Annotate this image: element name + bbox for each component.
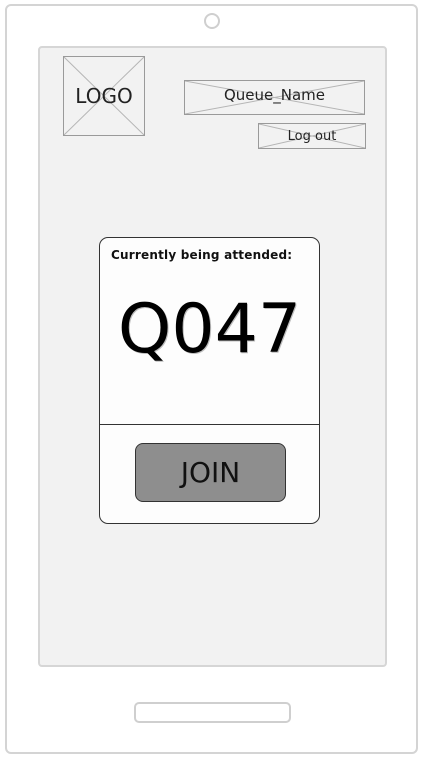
logout-button[interactable]: Log out xyxy=(258,123,366,149)
ticket-number: Q047 xyxy=(117,290,302,369)
join-button[interactable]: JOIN xyxy=(135,443,286,502)
logout-label: Log out xyxy=(287,128,337,144)
card-divider xyxy=(100,424,319,425)
queue-status-card: Currently being attended: Q047 JOIN xyxy=(99,237,320,524)
queue-name-text: Queue_Name xyxy=(223,85,326,104)
home-button[interactable] xyxy=(134,702,291,723)
camera-icon xyxy=(204,13,220,29)
status-heading: Currently being attended: xyxy=(111,248,293,262)
logo: LOGO xyxy=(63,56,145,136)
queue-name-label: Queue_Name xyxy=(184,80,365,115)
logo-label: LOGO xyxy=(75,84,133,108)
